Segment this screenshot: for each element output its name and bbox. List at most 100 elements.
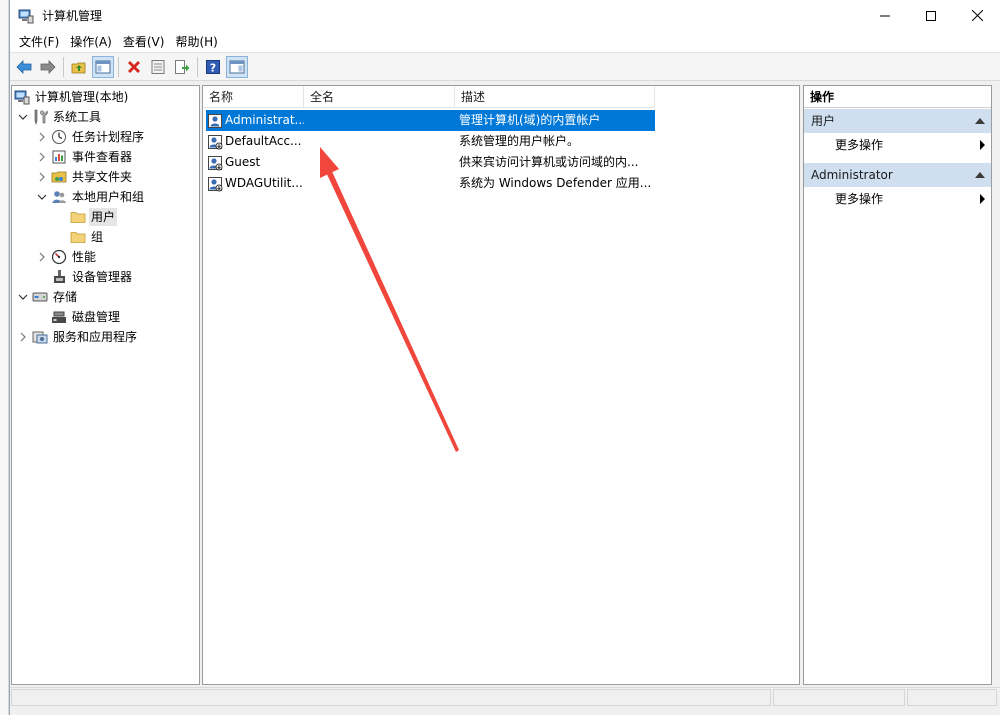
more-actions-item[interactable]: 更多操作 <box>804 134 991 156</box>
chevron-right-icon[interactable] <box>17 327 29 347</box>
forward-button[interactable] <box>37 56 59 78</box>
folder-icon <box>70 209 86 225</box>
export-list-icon <box>175 59 190 74</box>
event-log-icon <box>51 149 67 165</box>
user-description: 管理计算机(域)的内置帐户 <box>459 113 601 127</box>
tree-item-users[interactable]: 用户 <box>70 207 118 227</box>
user-name: WDAGUtilit... <box>225 176 303 190</box>
user-fullname <box>304 173 455 194</box>
back-button[interactable] <box>13 56 35 78</box>
properties-icon <box>151 59 165 74</box>
tree-label: 系统工具 <box>53 110 102 124</box>
tree-label: 设备管理器 <box>72 270 133 284</box>
forward-arrow-icon <box>40 59 56 74</box>
more-actions-item[interactable]: 更多操作 <box>804 188 991 210</box>
properties-button[interactable] <box>147 56 169 78</box>
up-one-level-button[interactable] <box>68 56 90 78</box>
export-list-button[interactable] <box>171 56 193 78</box>
maximize-button[interactable] <box>908 0 954 31</box>
user-description: 系统管理的用户帐户。 <box>459 134 580 148</box>
action-pane-button[interactable] <box>226 55 248 78</box>
shared-folder-icon <box>51 169 67 185</box>
tree-item-disk-management[interactable]: 磁盘管理 <box>51 307 122 327</box>
close-button[interactable] <box>954 0 1000 31</box>
status-bar <box>10 687 1000 706</box>
tree-label: 组 <box>91 230 104 244</box>
collapse-triangle-icon[interactable] <box>975 172 985 178</box>
users-icon <box>51 189 67 205</box>
menu-file[interactable]: 文件(F) <box>14 31 64 53</box>
table-row[interactable]: Guest 供来宾访问计算机或访问域的内... <box>206 152 655 173</box>
menu-help[interactable]: 帮助(H) <box>170 31 222 53</box>
tree-label: 存储 <box>53 290 78 304</box>
folder-icon <box>70 229 86 245</box>
tree-item-task-scheduler[interactable]: 任务计划程序 <box>36 127 146 147</box>
tree-item-system-tools[interactable]: 系统工具 <box>17 107 103 127</box>
computer-management-icon <box>18 8 34 24</box>
table-row[interactable]: Administrat... 管理计算机(域)的内置帐户 <box>206 110 655 131</box>
menu-view[interactable]: 查看(V) <box>118 31 170 53</box>
chevron-down-icon[interactable] <box>36 187 48 207</box>
tree-item-services-applications[interactable]: 服务和应用程序 <box>17 327 139 347</box>
chevron-right-icon[interactable] <box>36 247 48 267</box>
minimize-icon <box>880 15 890 16</box>
column-header-fullname[interactable]: 全名 <box>304 86 455 108</box>
chevron-down-icon[interactable] <box>17 107 29 127</box>
show-hide-tree-button[interactable] <box>92 55 114 78</box>
performance-icon <box>51 249 67 265</box>
delete-icon <box>128 60 140 73</box>
disk-icon <box>51 309 67 325</box>
status-segment <box>907 689 997 706</box>
collapse-triangle-icon[interactable] <box>975 118 985 124</box>
actions-title: 操作 <box>804 86 991 108</box>
disabled-user-icon <box>207 134 223 150</box>
actions-section-users[interactable]: 用户 <box>804 109 991 133</box>
user-description: 系统为 Windows Defender 应用... <box>459 176 652 190</box>
console-tree: 计算机管理(本地) 系统工具 任务计划程序 事件查看器 共享文件夹 本地用户和组… <box>11 85 200 685</box>
tree-label: 服务和应用程序 <box>53 330 138 344</box>
tree-item-computer-management[interactable]: 计算机管理(本地) <box>14 87 130 107</box>
submenu-arrow-icon <box>980 140 985 150</box>
actions-section-administrator[interactable]: Administrator <box>804 163 991 187</box>
tree-item-groups[interactable]: 组 <box>70 227 105 247</box>
tree-item-event-viewer[interactable]: 事件查看器 <box>36 147 134 167</box>
action-pane-icon <box>229 60 245 73</box>
tree-label: 任务计划程序 <box>72 130 145 144</box>
help-button[interactable]: ? <box>202 56 224 78</box>
delete-button[interactable] <box>123 56 145 78</box>
submenu-arrow-icon <box>980 194 985 204</box>
services-icon <box>32 329 48 345</box>
section-label: Administrator <box>811 168 893 182</box>
user-fullname <box>304 131 455 152</box>
background-window-edge <box>0 0 9 715</box>
table-row[interactable]: DefaultAcc... 系统管理的用户帐户。 <box>206 131 655 152</box>
user-name: Guest <box>225 155 261 169</box>
tree-item-performance[interactable]: 性能 <box>36 247 98 267</box>
minimize-button[interactable] <box>862 0 908 31</box>
tree-item-shared-folders[interactable]: 共享文件夹 <box>36 167 134 187</box>
column-header-name[interactable]: 名称 <box>203 86 304 108</box>
computer-management-window: 计算机管理 文件(F) 操作(A) 查看(V) 帮助(H) ? 计算机管理(本地… <box>9 0 1000 715</box>
tree-item-device-manager[interactable]: 设备管理器 <box>51 267 134 287</box>
tree-label: 性能 <box>72 250 97 264</box>
tree-item-storage[interactable]: 存储 <box>17 287 79 307</box>
disabled-user-icon <box>207 176 223 192</box>
tools-icon <box>32 109 48 125</box>
tree-item-local-users-groups[interactable]: 本地用户和组 <box>36 187 146 207</box>
menu-action[interactable]: 操作(A) <box>65 31 117 53</box>
window-title: 计算机管理 <box>42 9 103 23</box>
section-label: 用户 <box>811 114 836 128</box>
table-row[interactable]: WDAGUtilit... 系统为 Windows Defender 应用... <box>206 173 655 194</box>
tree-label: 磁盘管理 <box>72 310 121 324</box>
chevron-right-icon[interactable] <box>36 147 48 167</box>
action-label: 更多操作 <box>835 192 884 206</box>
help-icon: ? <box>206 59 220 74</box>
chevron-right-icon[interactable] <box>36 127 48 147</box>
computer-management-icon <box>14 89 30 105</box>
user-name: Administrat... <box>225 113 304 127</box>
tree-label: 计算机管理(本地) <box>35 90 129 104</box>
chevron-right-icon[interactable] <box>36 167 48 187</box>
status-segment <box>11 689 771 706</box>
column-header-description[interactable]: 描述 <box>455 86 655 108</box>
chevron-down-icon[interactable] <box>17 287 29 307</box>
